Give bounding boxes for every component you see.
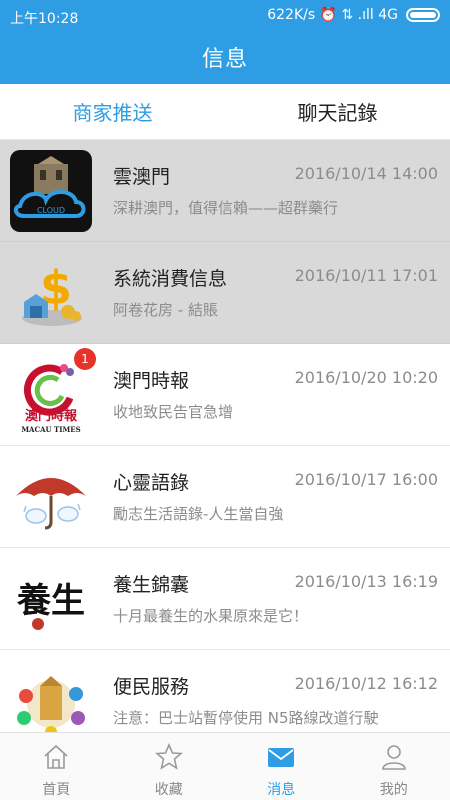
cloud-macau-logo: CLOUD	[10, 150, 92, 232]
title-bar: 信息	[0, 34, 450, 84]
message-sender: 系統消費信息	[113, 268, 228, 290]
message-row[interactable]: 心靈語錄 2016/10/17 16:00 勵志生活語錄-人生當自強	[0, 446, 450, 548]
calligraphy-icon: 養生	[10, 558, 92, 640]
nav-messages[interactable]: 消息	[225, 733, 338, 800]
message-preview: 深耕澳門，值得信賴——超群藥行	[113, 199, 339, 217]
battery-icon	[406, 8, 440, 22]
nav-profile[interactable]: 我的	[338, 733, 450, 800]
message-sender: 心靈語錄	[113, 472, 190, 494]
message-sender: 澳門時報	[113, 370, 190, 392]
tab-chat-history[interactable]: 聊天記錄	[225, 84, 450, 139]
tab-bar: 商家推送 聊天記錄	[0, 84, 450, 140]
bottom-nav: 首頁 收藏 消息 我的	[0, 732, 450, 800]
message-preview: 十月最養生的水果原來是它！	[113, 607, 309, 625]
message-row[interactable]: 澳門時報 MACAU TIMES 1 澳門時報 2016/10/20 10:20…	[0, 344, 450, 446]
message-row[interactable]: CLOUD 雲澳門 2016/10/14 14:00 深耕澳門，值得信賴——超群…	[0, 140, 450, 242]
avatar-logo-text: 養生	[17, 581, 85, 621]
star-icon	[154, 743, 183, 770]
tab-label: 聊天記錄	[297, 101, 378, 125]
message-preview: 收地致民告官急增	[113, 403, 234, 421]
mail-icon	[268, 748, 295, 767]
umbrella-icon	[10, 456, 92, 538]
message-date: 2016/10/11 17:01	[294, 266, 438, 285]
nav-home[interactable]: 首頁	[0, 733, 113, 800]
message-sender: 便民服務	[113, 676, 190, 698]
message-row[interactable]: $ 系統消費信息 2016/10/11 17:01 阿卷花房 - 結賬	[0, 242, 450, 344]
message-preview: 勵志生活語錄-人生當自強	[113, 505, 284, 523]
tab-label: 商家推送	[72, 101, 153, 125]
message-sender: 雲澳門	[113, 166, 171, 188]
message-list: CLOUD 雲澳門 2016/10/14 14:00 深耕澳門，值得信賴——超群…	[0, 140, 450, 732]
unread-badge: 1	[74, 348, 96, 370]
message-preview: 注意：巴士站暫停使用 N5路線改道行駛	[113, 709, 379, 727]
city-services-icon	[10, 660, 92, 732]
message-row[interactable]: 養生 養生錦囊 2016/10/13 16:19 十月最養生的水果原來是它！	[0, 548, 450, 650]
message-date: 2016/10/13 16:19	[294, 572, 438, 591]
avatar-logo-text: 澳門時報	[25, 408, 78, 424]
message-date: 2016/10/14 14:00	[294, 164, 438, 183]
nav-label: 收藏	[154, 782, 183, 798]
message-preview: 阿卷花房 - 結賬	[113, 301, 218, 319]
status-bar: 上午10:28 622K/s ⏰ ⇅ .ıll 4G	[0, 0, 450, 34]
status-indicator-text: 622K/s ⏰ ⇅ .ıll 4G	[267, 7, 398, 23]
status-time: 上午10:28	[10, 11, 79, 27]
tab-merchant-push[interactable]: 商家推送	[0, 84, 225, 139]
nav-favorites[interactable]: 收藏	[113, 733, 226, 800]
message-date: 2016/10/12 16:12	[294, 674, 438, 693]
avatar-logo-text: CLOUD	[37, 206, 65, 215]
avatar-logo-subtext: MACAU TIMES	[21, 425, 80, 434]
nav-label: 我的	[379, 782, 408, 798]
message-date: 2016/10/20 10:20	[294, 368, 438, 387]
home-icon	[44, 744, 68, 769]
message-date: 2016/10/17 16:00	[294, 470, 438, 489]
dollar-sign-icon: $	[10, 252, 92, 334]
message-sender: 養生錦囊	[113, 574, 190, 596]
nav-label: 首頁	[42, 782, 71, 798]
person-icon	[381, 745, 406, 770]
nav-label: 消息	[267, 782, 296, 798]
page-title: 信息	[201, 47, 248, 72]
message-row[interactable]: 便民服務 2016/10/12 16:12 注意：巴士站暫停使用 N5路線改道行…	[0, 650, 450, 732]
status-indicators: 622K/s ⏰ ⇅ .ıll 4G	[267, 7, 440, 23]
